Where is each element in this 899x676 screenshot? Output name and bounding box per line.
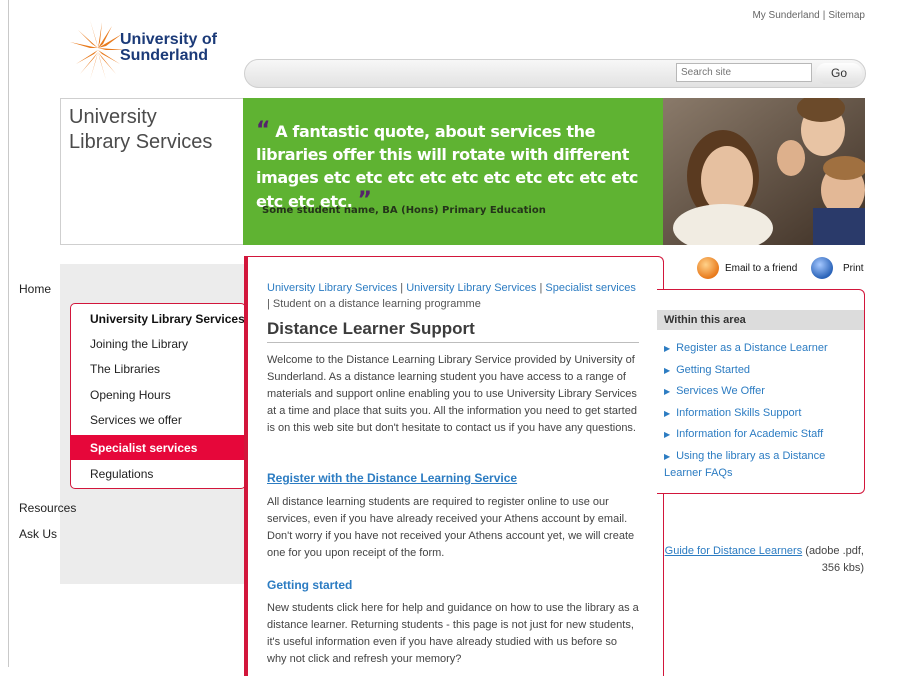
nav-subsection: University Library Services Joining the …: [70, 303, 246, 489]
section-title-box: University Library Services: [60, 98, 244, 245]
within-link-label: Information for Academic Staff: [676, 428, 824, 440]
go-button[interactable]: Go: [816, 63, 862, 84]
breadcrumb: University Library Services | University…: [267, 280, 637, 312]
my-sunderland-link[interactable]: My Sunderland: [752, 10, 819, 21]
within-link-faqs[interactable]: ▶ Using the library as a Distance Learne…: [664, 448, 860, 482]
within-link-label: Services We Offer: [676, 385, 765, 397]
nav-item-specialist-label: Specialist services: [90, 441, 198, 455]
within-link-info-skills[interactable]: ▶ Information Skills Support: [664, 405, 860, 422]
within-link-services[interactable]: ▶ Services We Offer: [664, 383, 860, 400]
within-link-getting-started[interactable]: ▶ Getting Started: [664, 362, 860, 379]
logo-text: University of Sunderland: [120, 32, 217, 64]
students-photo: [663, 98, 865, 245]
email-icon[interactable]: [697, 257, 719, 279]
quote-banner: “ A fantastic quote, about services the …: [243, 98, 663, 245]
within-link-label: Register as a Distance Learner: [676, 342, 828, 354]
open-quote-icon: “: [256, 118, 271, 143]
register-link[interactable]: Register with the Distance Learning Serv…: [267, 471, 517, 485]
students-photo-image: [663, 98, 865, 245]
breadcrumb-current: Student on a distance learning programme: [272, 298, 481, 310]
sun-logo-icon: [70, 20, 126, 80]
email-to-friend-link[interactable]: Email to a friend: [725, 263, 797, 274]
quote-text: A fantastic quote, about services the li…: [256, 122, 638, 211]
nav-item-services[interactable]: Services we offer: [90, 413, 182, 427]
intro-paragraph: Welcome to the Distance Learning Library…: [267, 354, 637, 434]
getting-started-paragraph: New students click here for help and gui…: [267, 602, 639, 665]
nav-item-regulations[interactable]: Regulations: [90, 467, 153, 481]
nav-item-specialist-active[interactable]: Specialist services: [70, 435, 246, 460]
within-link-register[interactable]: ▶ Register as a Distance Learner: [664, 340, 860, 357]
print-icon[interactable]: [811, 257, 833, 279]
register-paragraph: All distance learning students are requi…: [267, 496, 635, 559]
breadcrumb-link-1[interactable]: University Library Services: [267, 282, 397, 294]
guide-download: Guide for Distance Learners (adobe .pdf,…: [664, 543, 864, 577]
nav-sub-heading[interactable]: University Library Services: [90, 312, 245, 326]
within-link-label: Getting Started: [676, 364, 751, 376]
arrow-right-icon: ▶: [664, 387, 671, 396]
top-links-separator: |: [822, 10, 826, 21]
arrow-right-icon: ▶: [664, 366, 671, 375]
nav-item-opening-hours[interactable]: Opening Hours: [90, 388, 171, 402]
breadcrumb-sep-1: |: [397, 282, 407, 294]
nav-item-libraries[interactable]: The Libraries: [90, 362, 160, 376]
breadcrumb-link-2[interactable]: University Library Services: [406, 282, 536, 294]
section-title-line-2: Library Services: [69, 131, 213, 153]
within-area-title: Within this area: [657, 310, 864, 330]
logo-line-1: University of: [120, 31, 217, 48]
nav-resources[interactable]: Resources: [19, 501, 76, 515]
guide-link[interactable]: Guide for Distance Learners: [665, 545, 803, 557]
nav-item-joining[interactable]: Joining the Library: [90, 337, 188, 351]
within-link-academic-staff[interactable]: ▶ Information for Academic Staff: [664, 426, 860, 443]
nav-ask-us[interactable]: Ask Us: [19, 527, 57, 541]
quote-text-block: “ A fantastic quote, about services the …: [256, 119, 656, 213]
getting-started-heading[interactable]: Getting started: [267, 578, 352, 592]
within-link-label: Using the library as a Distance Learner …: [664, 450, 826, 479]
search-input[interactable]: [676, 63, 812, 82]
nav-home[interactable]: Home: [19, 282, 51, 296]
top-links: My Sunderland | Sitemap: [752, 10, 865, 21]
logo-line-2: Sunderland: [120, 47, 209, 64]
arrow-right-icon: ▶: [664, 344, 671, 353]
page-title: Distance Learner Support: [267, 319, 639, 343]
quote-author: Some student name, BA (Hons) Primary Edu…: [262, 205, 546, 216]
arrow-right-icon: ▶: [664, 430, 671, 439]
guide-meta: (adobe .pdf, 356 kbs): [802, 545, 864, 574]
sitemap-link[interactable]: Sitemap: [828, 10, 865, 21]
breadcrumb-link-3[interactable]: Specialist services: [545, 282, 635, 294]
print-link[interactable]: Print: [843, 263, 864, 274]
arrow-right-icon: ▶: [664, 409, 671, 418]
within-link-label: Information Skills Support: [676, 407, 802, 419]
arrow-right-icon: ▶: [664, 452, 671, 461]
section-title-line-1: University: [69, 106, 157, 128]
